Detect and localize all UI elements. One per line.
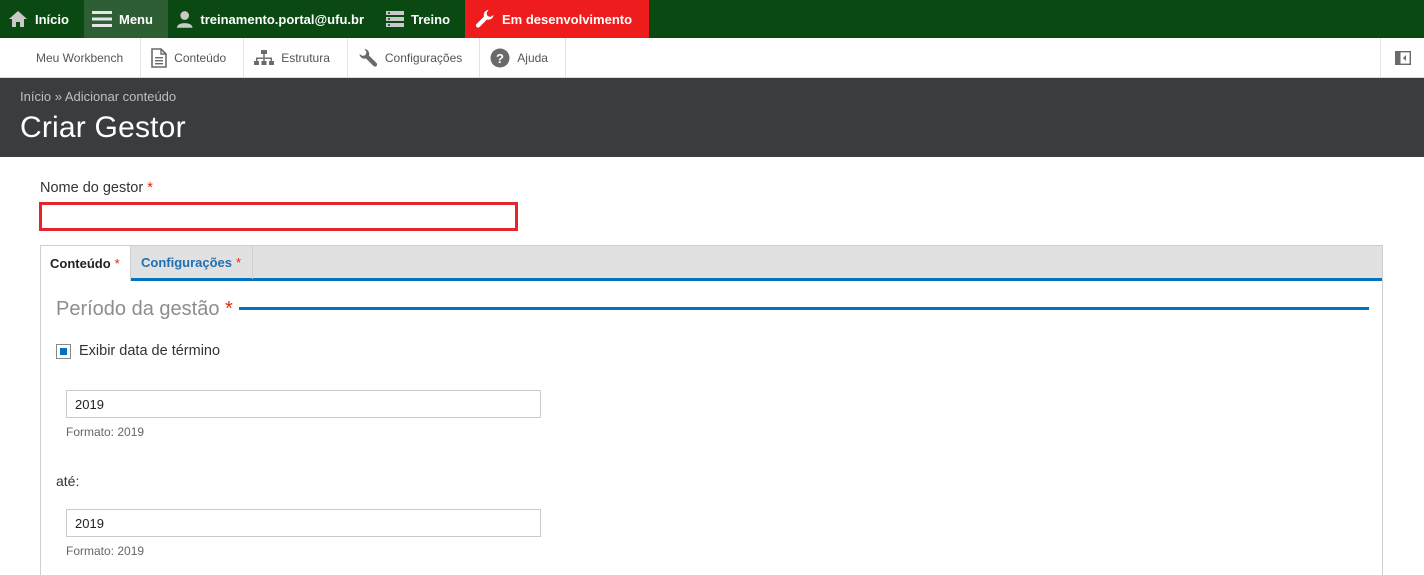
menu-icon [92,11,112,27]
breadcrumb-separator: » [54,89,62,104]
form-tabs-container: Conteúdo * Configurações * Período da ge… [40,245,1383,575]
help-icon: ? [490,48,510,67]
toolbar-treino-label: Treino [411,11,451,27]
fieldset-legend: Período da gestão * [56,298,239,321]
fieldset-legend-text: Período da gestão [56,298,220,320]
tray-item-workbench[interactable]: Meu Workbench [0,38,142,77]
tray-item-label: Ajuda [517,50,548,65]
tab-content[interactable]: Conteúdo * [41,246,131,281]
toolbar-menu-label: Menu [119,11,153,27]
start-year-hint: Formato: 2019 [66,425,145,439]
required-marker: * [147,180,153,196]
tray-item-label: Meu Workbench [36,50,124,65]
toolbar-environment-label: Em desenvolvimento [502,11,633,27]
tray-item-configuration[interactable]: Configurações [348,38,481,77]
toolbar-environment-tab[interactable]: Em desenvolvimento [465,0,650,38]
required-marker: * [114,256,120,271]
tab-settings[interactable]: Configurações * [132,246,253,279]
end-year-hint: Formato: 2019 [66,544,145,558]
sidebar-toggle-icon [1394,50,1411,65]
tab-label: Conteúdo [50,256,111,271]
wrench-icon [359,48,378,67]
required-marker: * [225,298,233,320]
between-label: até: [56,473,80,489]
end-year-input[interactable] [66,509,541,537]
fieldset-divider [236,307,1369,310]
toolbar-user-tab[interactable]: treinamento.portal@ufu.br [168,0,378,38]
toolbar-treino-tab[interactable]: Treino [378,0,465,38]
show-end-date-checkbox[interactable] [56,344,71,359]
tray-item-content[interactable]: Conteúdo [141,38,245,77]
breadcrumb: Início » Adicionar conteúdo [20,89,176,104]
home-icon [9,11,27,27]
breadcrumb-home-link[interactable]: Início [20,89,51,104]
page-title: Criar Gestor [20,111,186,144]
toolbar-user-label: treinamento.portal@ufu.br [200,11,364,27]
tab-label: Configurações [141,255,233,270]
required-marker: * [236,255,242,270]
wrench-icon [475,10,494,28]
server-icon [386,11,404,27]
sitemap-icon [254,49,275,65]
show-end-date-label[interactable]: Exibir data de término [79,343,220,359]
tray-item-label: Conteúdo [174,50,227,65]
name-label-text: Nome do gestor [40,180,144,196]
toolbar-home-label: Início [35,11,69,27]
tray-item-structure[interactable]: Estrutura [244,38,348,77]
svg-text:?: ? [496,51,504,66]
user-icon [176,11,193,28]
tab-strip: Conteúdo * Configurações * [41,246,1382,281]
tray-item-help[interactable]: ? Ajuda [480,38,566,77]
tray-orientation-toggle[interactable] [1380,38,1424,77]
document-icon [151,47,167,68]
tray-item-label: Estrutura [281,50,330,65]
admin-toolbar: Início Menu treinamento.portal@ufu.br Tr… [0,0,1424,38]
name-field-label: Nome do gestor * [40,180,153,196]
toolbar-menu-tab[interactable]: Menu [84,0,168,38]
manager-name-input[interactable] [39,202,518,231]
page-header: Início » Adicionar conteúdo Criar Gestor [0,78,1424,157]
toolbar-tray: Meu Workbench Conteúdo Estrutura Configu… [0,38,1424,78]
toolbar-home-link[interactable]: Início [0,0,84,38]
start-year-input[interactable] [66,390,541,418]
tray-item-label: Configurações [384,50,463,65]
breadcrumb-add-content-link[interactable]: Adicionar conteúdo [65,89,176,104]
